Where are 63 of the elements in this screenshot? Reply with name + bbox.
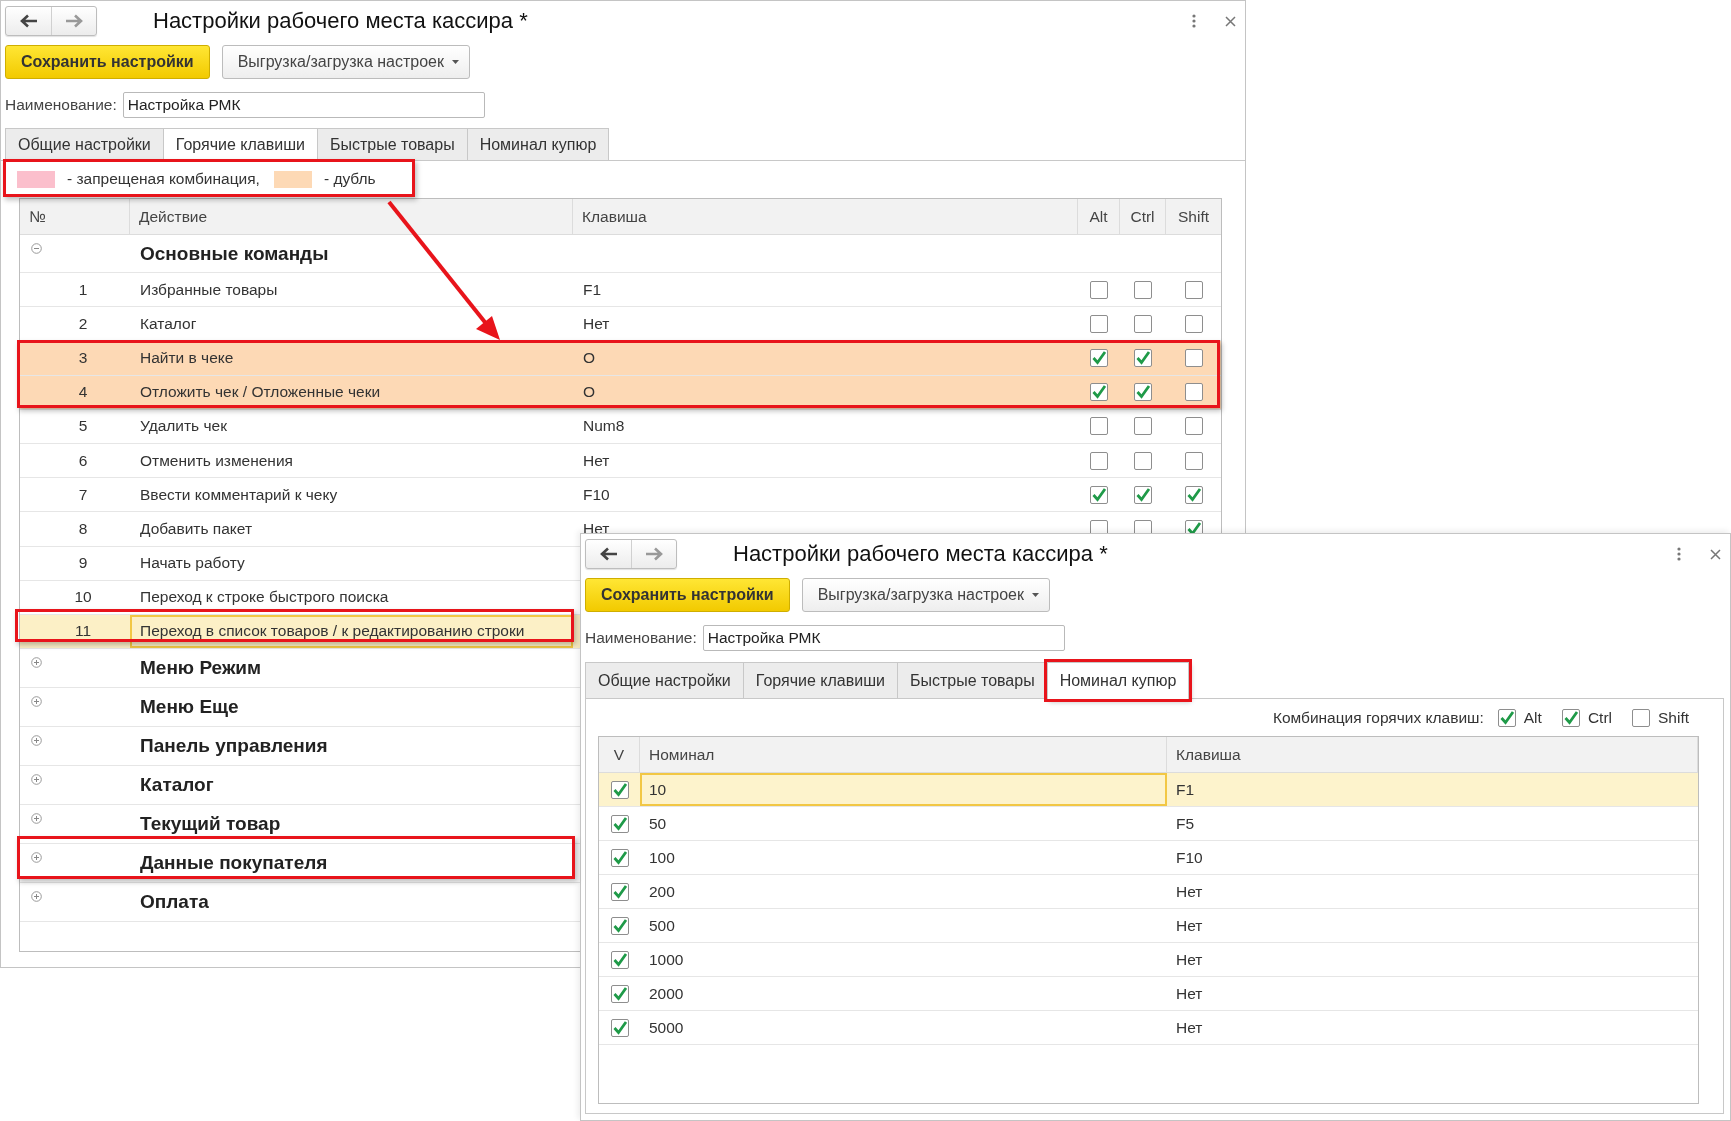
- row-number: 3: [77, 348, 88, 367]
- table-cell: Переход в список товаров / к редактированию строки: [130, 614, 573, 649]
- table-cell-text: 50: [648, 813, 668, 834]
- table-cell-text: Нет: [582, 450, 611, 471]
- checkbox-label: Shift: [1658, 708, 1689, 727]
- table-cell-text: F1: [582, 279, 603, 300]
- table-cell-text: Нет: [1175, 915, 1204, 936]
- table-cell-text: 1000: [648, 949, 685, 970]
- table-cell-text: Нет: [1175, 983, 1204, 1004]
- row-number: 7: [77, 485, 88, 504]
- row-number: 1: [77, 280, 88, 299]
- table-cell-text: Удалить чек: [139, 416, 228, 437]
- table-cell-text: F10: [1175, 847, 1204, 868]
- column-header: V: [599, 737, 640, 772]
- table-cell-text: Отменить изменения: [139, 450, 294, 471]
- field-label: Наименование:: [585, 629, 697, 647]
- table-cell-text: F10: [582, 484, 611, 505]
- table-cell-text: Каталог: [139, 313, 198, 334]
- table-cell-text: F5: [1175, 813, 1196, 834]
- field-label: Наименование:: [5, 96, 117, 114]
- column-header: Действие: [130, 199, 573, 234]
- table-cell-text: 100: [648, 847, 676, 868]
- table-cell-text: Нет: [1175, 881, 1204, 902]
- table-cell-text: Избранные товары: [139, 279, 279, 300]
- table-cell-text: Нет: [1175, 1017, 1204, 1038]
- table-cell-text: 500: [648, 915, 676, 936]
- row-number: 2: [77, 314, 88, 333]
- column-header: Клавиша: [1167, 737, 1698, 772]
- table-cell-text: Начать работу: [139, 553, 246, 574]
- column-header: Ctrl: [1120, 199, 1166, 234]
- table-cell-text: Нет: [1175, 949, 1204, 970]
- legend-label: - запрещеная комбинация,: [67, 170, 260, 188]
- column-header: №: [20, 199, 130, 234]
- checkbox-label: Ctrl: [1587, 708, 1612, 727]
- table-cell-text: Ввести комментарий к чеку: [139, 484, 339, 505]
- row-number: 4: [77, 383, 88, 402]
- checkbox-label: Alt: [1523, 708, 1542, 727]
- field-label: Комбинация горячих клавиш:: [1272, 708, 1484, 727]
- table-cell-text: O: [582, 382, 597, 403]
- row-number: 5: [77, 417, 88, 436]
- window-title: Настройки рабочего места кассира *: [153, 8, 529, 34]
- row-number: 6: [77, 451, 88, 470]
- table-cell-text: Num8: [582, 416, 626, 437]
- table-cell-text: 5000: [648, 1017, 685, 1038]
- table-cell-text: 200: [648, 881, 676, 902]
- table-cell-text: 2000: [648, 983, 685, 1004]
- column-header: Shift: [1166, 199, 1221, 234]
- column-header: Клавиша: [573, 199, 1078, 234]
- legend-label: - дубль: [323, 170, 376, 188]
- table-cell-text: O: [582, 347, 597, 368]
- row-number: 10: [73, 588, 92, 607]
- table-cell-text: Переход к строке быстрого поиска: [139, 587, 390, 608]
- table-cell-text: Найти в чеке: [139, 347, 235, 368]
- table-cell: 10: [640, 773, 1167, 806]
- row-number: 8: [77, 519, 88, 538]
- table-cell-text: Добавить пакет: [139, 518, 253, 539]
- table-cell-text: Нет: [582, 313, 611, 334]
- row-number: 11: [73, 622, 92, 641]
- row-number: 9: [77, 554, 88, 573]
- table-cell-text: F1: [1175, 779, 1196, 800]
- table-cell-text: Отложить чек / Отложенные чеки: [139, 382, 382, 403]
- column-header: Номинал: [640, 737, 1167, 772]
- column-header: Alt: [1078, 199, 1120, 234]
